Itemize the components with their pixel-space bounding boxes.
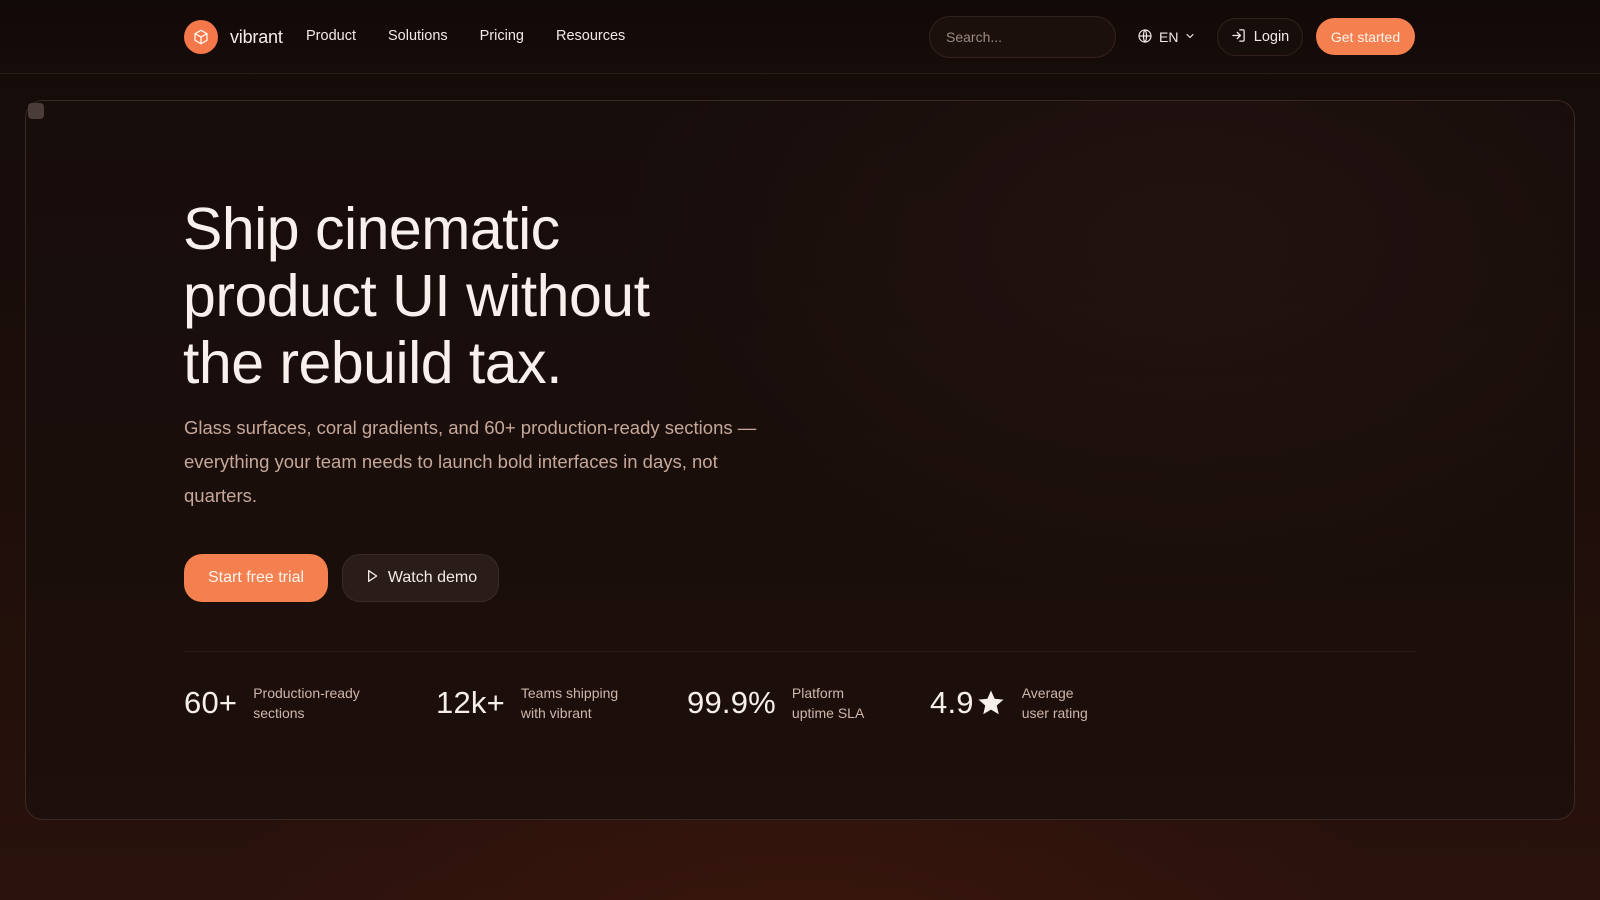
watch-demo-button[interactable]: Watch demo xyxy=(342,554,499,602)
cube-icon xyxy=(184,20,218,54)
headline-line-2: product UI without xyxy=(183,263,650,329)
stats-divider xyxy=(184,651,1416,652)
play-icon xyxy=(364,568,380,589)
login-icon xyxy=(1231,28,1246,47)
stat-value: 60+ xyxy=(184,685,238,720)
watch-demo-label: Watch demo xyxy=(387,569,478,586)
language-label: EN xyxy=(1159,29,1179,45)
stat-label-line: Average xyxy=(1021,685,1074,701)
stat-teams: 12k+ Teams shipping with vibrant xyxy=(436,683,618,723)
stat-value: 12k+ xyxy=(436,685,505,720)
stat-label-line: user rating xyxy=(1021,705,1088,721)
stat-label-line: sections xyxy=(253,705,305,721)
chevron-down-icon xyxy=(1184,29,1196,45)
login-label: Login xyxy=(1253,29,1290,45)
stat-label-line: Platform xyxy=(791,685,845,701)
stat-rating: 4.9 Average user rating xyxy=(930,683,1088,723)
stat-label-line: Teams shipping xyxy=(520,685,619,701)
main-nav: Product Solutions Pricing Resources xyxy=(306,28,625,44)
stat-label: Teams shipping with vibrant xyxy=(521,683,618,723)
stat-value-rating: 4.9 xyxy=(930,685,1006,721)
nav-item-resources[interactable]: Resources xyxy=(556,28,625,44)
nav-item-solutions[interactable]: Solutions xyxy=(388,28,448,44)
globe-icon xyxy=(1137,28,1153,47)
stat-label-line: uptime SLA xyxy=(791,705,865,721)
stat-label-line: Production-ready xyxy=(253,685,360,701)
start-free-trial-button[interactable]: Start free trial xyxy=(184,554,328,602)
headline-line-3: the rebuild tax. xyxy=(183,330,563,396)
stat-label: Average user rating xyxy=(1022,683,1088,723)
stat-label-line: with vibrant xyxy=(520,705,592,721)
rating-number: 4.9 xyxy=(930,685,974,720)
get-started-button[interactable]: Get started xyxy=(1316,18,1415,55)
brand-name: vibrant xyxy=(230,26,283,47)
top-navigation-bar: vibrant Product Solutions Pricing Resour… xyxy=(0,0,1600,74)
login-button[interactable]: Login xyxy=(1217,18,1303,56)
hero-subcopy: Glass surfaces, coral gradients, and 60+… xyxy=(184,417,757,506)
stat-value: 99.9% xyxy=(687,685,776,720)
stat-label: Platform uptime SLA xyxy=(792,683,864,723)
nav-item-pricing[interactable]: Pricing xyxy=(480,28,524,44)
stat-sections: 60+ Production-ready sections xyxy=(184,683,360,723)
language-selector[interactable]: EN xyxy=(1137,26,1196,48)
search-input[interactable] xyxy=(946,29,1115,45)
hero-image-placeholder xyxy=(28,103,44,119)
stat-label: Production-ready sections xyxy=(253,683,360,723)
headline-line-1: Ship cinematic xyxy=(183,196,560,262)
star-icon xyxy=(976,688,1006,718)
search-box[interactable] xyxy=(929,16,1116,58)
hero-headline: Ship cinematic product UI without the re… xyxy=(183,196,803,397)
stat-uptime: 99.9% Platform uptime SLA xyxy=(687,683,864,723)
nav-item-product[interactable]: Product xyxy=(306,28,356,44)
brand[interactable]: vibrant xyxy=(184,20,283,54)
